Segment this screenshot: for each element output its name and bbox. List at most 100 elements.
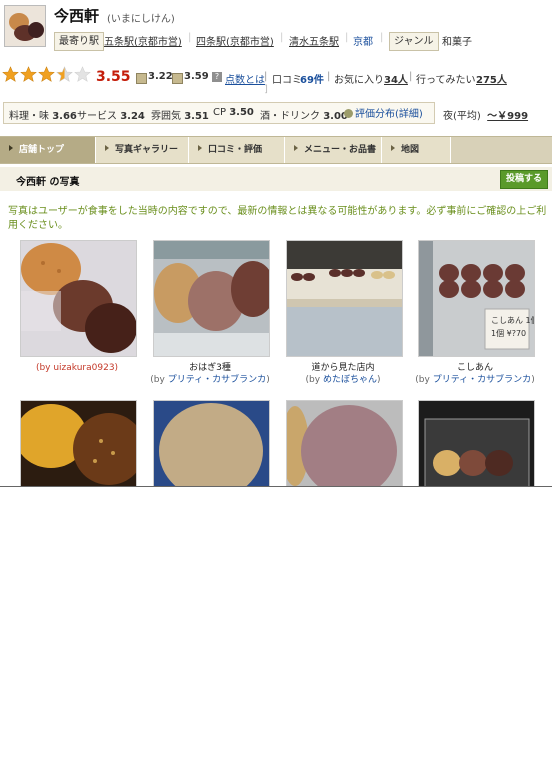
photo-user-link[interactable]: めたぼちゃん — [323, 375, 377, 385]
divider: | — [264, 71, 268, 82]
photo-gallery-page: 今西軒 (いまにしけん) 最寄り駅 五条駅(京都市営) | 四条駅(京都市営) … — [0, 0, 552, 487]
tab-menu[interactable]: メニュー・お品書き — [285, 137, 382, 181]
photo-thumbnail[interactable] — [20, 240, 137, 357]
detail-scores: 料理・味 3.66 サービス 3.24 雰囲気 3.51 CP 3.50 酒・ド… — [3, 102, 547, 124]
price-card-text: こしあん 1個 ¥?70 — [491, 315, 534, 325]
tab-label: 口コミ・評価 — [208, 145, 263, 155]
by-prefix: (by — [415, 375, 433, 385]
photo-caption: おはぎ3種 (by プリティ・カサブランカ) — [140, 362, 280, 386]
service-label: サービス — [77, 111, 117, 122]
tab-photo-gallery[interactable]: 写真ギャラリー — [96, 137, 189, 163]
genre-label: ジャンル — [389, 32, 439, 51]
mood-value: 3.51 — [184, 111, 209, 122]
photo-user-link[interactable]: プリティ・カサブランカ — [433, 375, 531, 385]
cp-label: CP — [213, 107, 227, 118]
night-label: 夜(平均) — [443, 111, 481, 122]
favorites-label: お気に入り — [334, 75, 384, 86]
rating-distribution-button[interactable]: 評価分布(詳細) — [344, 105, 432, 120]
arrow-right-icon — [9, 145, 13, 151]
by-prefix: (by — [305, 375, 323, 385]
photo-caption: (by uizakura0923) — [7, 362, 147, 374]
star-full-icon — [20, 66, 37, 82]
tab-reviews[interactable]: 口コミ・評価 — [189, 137, 285, 163]
arrow-right-icon — [391, 145, 395, 151]
night-icon — [136, 73, 147, 84]
service-score: サービス 3.24 — [77, 107, 145, 122]
photo-title: こしあん — [456, 363, 493, 373]
photo-user-link[interactable]: プリティ・カサブランカ — [168, 375, 266, 385]
divider: | — [409, 71, 413, 82]
reviews-count-link[interactable]: 69件 — [300, 71, 324, 86]
station-link-3[interactable]: 清水五条駅 — [289, 33, 339, 48]
night-price-value[interactable]: ～￥999 — [487, 111, 528, 122]
photo-caption: 道から見た店内 (by めたぼちゃん) — [273, 362, 413, 386]
drink-label: 酒・ドリンク — [260, 111, 320, 122]
cp-value: 3.50 — [229, 107, 254, 118]
distribution-label: 評価分布(詳細) — [355, 109, 423, 120]
prefecture-link[interactable]: 京都 — [353, 33, 373, 48]
divider: | — [345, 32, 349, 43]
cp-score: CP 3.50 — [213, 107, 254, 118]
shop-thumbnail[interactable] — [4, 5, 46, 47]
star-empty-icon — [74, 66, 91, 82]
photo-thumbnail[interactable] — [286, 400, 403, 486]
overall-score: 3.55 — [96, 69, 131, 85]
sub-score-2: 3.59 — [184, 71, 209, 82]
svg-text:1個 ¥?70: 1個 ¥?70 — [491, 328, 526, 338]
photo-title: おはぎ3種 — [189, 363, 231, 373]
photo-thumbnail[interactable] — [418, 400, 535, 486]
taste-label: 料理・味 — [9, 111, 49, 122]
shop-name: 今西軒 — [54, 7, 100, 25]
divider: | — [188, 32, 192, 43]
shop-tabs: 店舗トップ 写真ギャラリー 口コミ・評価 メニュー・お品書き 地図 — [0, 136, 552, 181]
tab-label: 店舗トップ — [19, 145, 65, 155]
arrow-right-icon — [105, 145, 109, 151]
tab-label: 写真ギャラリー — [115, 145, 179, 155]
night-price: 夜(平均) ～￥999 — [443, 107, 528, 122]
score-help-link[interactable]: 点数とは — [225, 71, 265, 86]
by-suffix: ) — [531, 375, 535, 385]
genre-value[interactable]: 和菓子 — [442, 33, 472, 48]
nearest-station-label: 最寄り駅 — [54, 32, 104, 51]
photo-thumbnail[interactable] — [153, 240, 270, 357]
want-label: 行ってみたい — [416, 75, 476, 86]
favorites-count[interactable]: 34人 — [384, 71, 408, 86]
shop-kana: (いまにしけん) — [107, 14, 175, 25]
post-photo-button[interactable]: 投稿する — [500, 170, 548, 189]
arrow-right-icon — [294, 145, 298, 151]
arrow-right-icon — [198, 145, 202, 151]
section-title: 今西軒 の写真 — [16, 177, 80, 188]
drink-score: 酒・ドリンク 3.00 — [260, 107, 348, 122]
photo-thumbnail[interactable]: こしあん 1個 ¥?70 1個 ¥?70 — [418, 240, 535, 357]
shop-header: 今西軒 (いまにしけん) 最寄り駅 五条駅(京都市営) | 四条駅(京都市営) … — [0, 0, 552, 60]
divider: ] — [264, 84, 268, 95]
divider: | — [327, 71, 331, 82]
photos-section-header: 今西軒 の写真 投稿する — [0, 167, 552, 191]
photo-by[interactable]: (by uizakura0923) — [36, 363, 118, 373]
lunch-icon — [172, 73, 183, 84]
help-icon: ? — [212, 72, 222, 82]
rating-row: 3.55 3.22 3.59 ? 点数とは | 口コミ 69件 | お気に入り … — [0, 64, 552, 95]
photo-caption: こしあん (by プリティ・カサブランカ) — [405, 362, 545, 386]
star-full-icon — [38, 66, 55, 82]
service-value: 3.24 — [120, 111, 145, 122]
detail-score-box: 料理・味 3.66 サービス 3.24 雰囲気 3.51 CP 3.50 酒・ド… — [3, 102, 435, 124]
by-suffix: ) — [266, 375, 270, 385]
photo-thumbnail[interactable] — [20, 400, 137, 486]
photo-thumbnail[interactable] — [286, 240, 403, 357]
divider: | — [380, 32, 384, 43]
by-suffix: ) — [376, 375, 381, 385]
want-count[interactable]: 275人 — [476, 71, 507, 86]
station-link-1[interactable]: 五条駅(京都市営) — [104, 33, 182, 48]
photo-thumbnail[interactable] — [153, 400, 270, 486]
tab-map[interactable]: 地図 — [382, 137, 451, 163]
photo-title: 道から見た店内 — [311, 363, 375, 373]
tab-shop-top[interactable]: 店舗トップ — [0, 137, 96, 163]
chart-icon — [344, 109, 353, 118]
photo-notice: 写真はユーザーが食事をした当時の内容ですので、最新の情報とは異なる可能性がありま… — [8, 206, 547, 231]
taste-value: 3.66 — [52, 111, 77, 122]
divider: | — [280, 32, 284, 43]
taste-score: 料理・味 3.66 — [9, 107, 77, 122]
star-full-icon — [2, 66, 19, 82]
station-link-2[interactable]: 四条駅(京都市営) — [196, 33, 274, 48]
